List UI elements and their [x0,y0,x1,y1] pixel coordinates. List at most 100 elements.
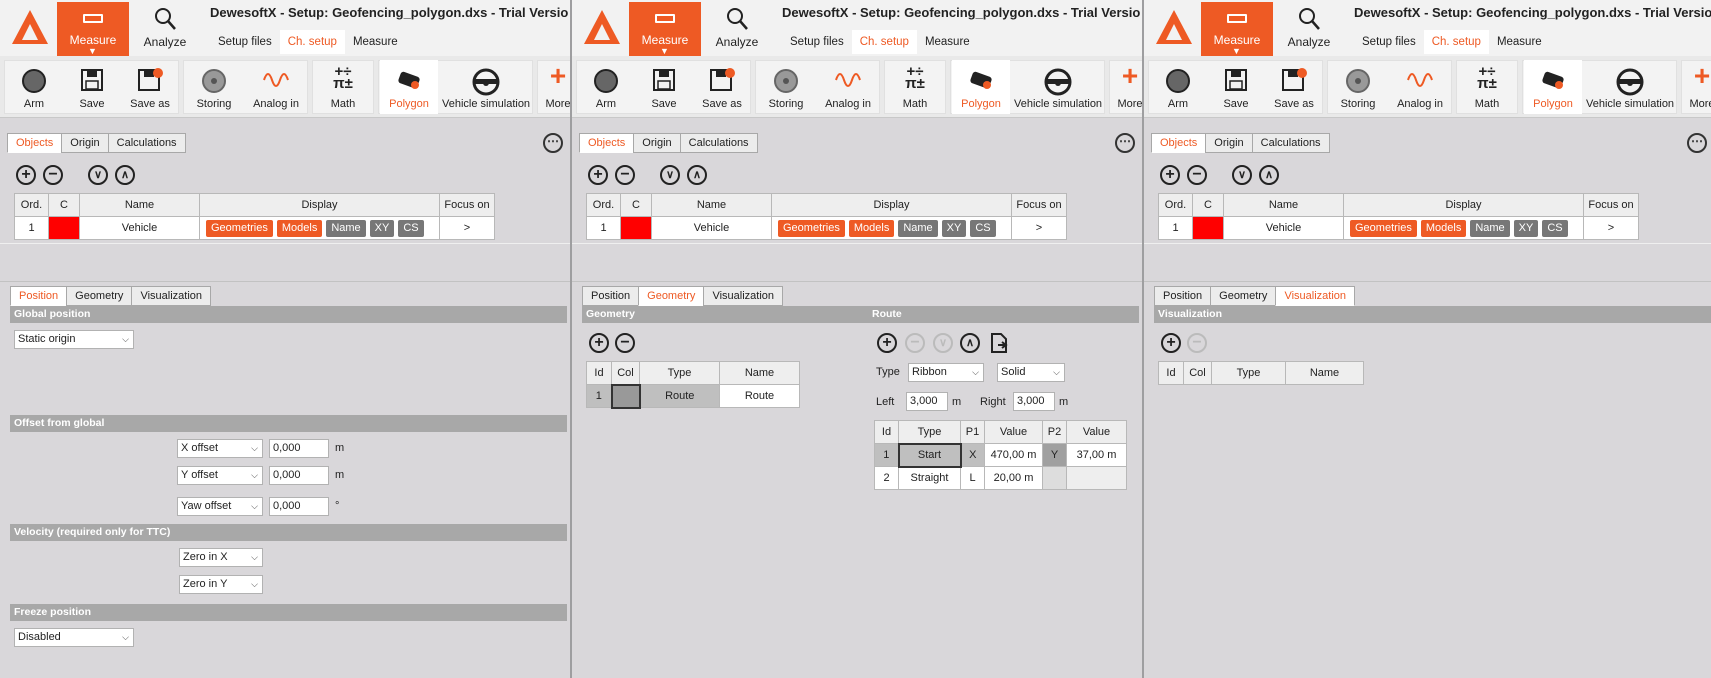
chip-cs[interactable]: CS [970,219,996,237]
right-width-input[interactable]: 3,000 [1013,392,1055,411]
row-color-swatch[interactable] [48,216,80,240]
chip-name[interactable]: Name [898,219,938,237]
tab-objects[interactable]: Objects [579,133,635,153]
vehicle-simulation-button[interactable]: Vehicle simulation [1014,60,1102,114]
tab-visualization[interactable]: Visualization [703,286,783,306]
add-object-icon[interactable]: + [1160,165,1180,185]
splitter[interactable] [1144,243,1711,244]
more-options-icon[interactable]: ⋯ [1115,133,1135,153]
table-row[interactable]: 1 Vehicle Geometries Models Name XY CS > [586,216,1067,240]
chip-geometries[interactable]: Geometries [1350,219,1417,237]
chip-geometries[interactable]: Geometries [206,219,273,237]
save-button[interactable]: Save [66,60,118,114]
more-button[interactable]: +More [1682,60,1711,114]
chip-xy[interactable]: XY [369,219,395,237]
more-options-icon[interactable]: ⋯ [1687,133,1707,153]
polygon-button[interactable]: Polygon [1524,60,1582,114]
chip-cs[interactable]: CS [398,219,424,237]
tab-geometry[interactable]: Geometry [66,286,133,306]
subtab-setup-files[interactable]: Setup files [782,30,852,54]
row-color-swatch[interactable] [610,383,641,409]
vehicle-simulation-button[interactable]: Vehicle simulation [1586,60,1674,114]
save-button[interactable]: Save [1210,60,1262,114]
row-color-swatch[interactable] [1192,216,1224,240]
tab-visualization[interactable]: Visualization [1275,286,1355,306]
tab-origin[interactable]: Origin [633,133,681,153]
move-up-icon[interactable]: ∧ [960,333,980,353]
freeze-select[interactable]: Disabled ⌵ [14,628,134,647]
tab-objects[interactable]: Objects [7,133,63,153]
row-name[interactable]: Route [719,384,800,408]
seg-value2[interactable]: 37,00 m [1066,443,1127,467]
row-name[interactable]: Vehicle [651,216,772,240]
y-offset-select[interactable]: Y offset ⌵ [177,466,263,485]
chip-name[interactable]: Name [1470,219,1510,237]
subtab-setup-files[interactable]: Setup files [210,30,280,54]
left-width-input[interactable]: 3,000 [906,392,948,411]
move-up-icon[interactable]: ∧ [115,165,135,185]
save-as-button[interactable]: Save as [122,60,178,114]
chip-models[interactable]: Models [1420,219,1467,237]
velocity-y-select[interactable]: Zero in Y ⌵ [179,575,263,594]
subtab-ch-setup[interactable]: Ch. setup [279,30,345,54]
analog-in-button[interactable]: Analog in [1390,60,1450,114]
row-name[interactable]: Vehicle [1223,216,1344,240]
analyze-mode-button[interactable]: Analyze [707,2,767,52]
route-style-select[interactable]: Solid ⌵ [997,363,1065,382]
arm-button[interactable]: Arm [580,60,632,114]
chip-xy[interactable]: XY [941,219,967,237]
tab-geometry[interactable]: Geometry [638,286,705,306]
tab-visualization[interactable]: Visualization [131,286,211,306]
table-row[interactable]: 1 Route Route [586,383,800,409]
seg-value1[interactable]: 20,00 m [984,466,1043,490]
add-segment-icon[interactable]: + [877,333,897,353]
move-up-icon[interactable]: ∧ [1259,165,1279,185]
remove-object-icon[interactable]: − [615,165,635,185]
seg-value1[interactable]: 470,00 m [984,443,1043,467]
subtab-ch-setup[interactable]: Ch. setup [851,30,917,54]
subtab-setup-files[interactable]: Setup files [1354,30,1424,54]
x-offset-select[interactable]: X offset ⌵ [177,439,263,458]
vehicle-simulation-button[interactable]: Vehicle simulation [442,60,530,114]
seg-type[interactable]: Start [897,442,962,468]
chip-xy[interactable]: XY [1513,219,1539,237]
tab-origin[interactable]: Origin [61,133,109,153]
add-geometry-icon[interactable]: + [589,333,609,353]
remove-geometry-icon[interactable]: − [615,333,635,353]
velocity-x-select[interactable]: Zero in X ⌵ [179,548,263,567]
tab-origin[interactable]: Origin [1205,133,1253,153]
tab-calculations[interactable]: Calculations [679,133,758,153]
polygon-button[interactable]: Polygon [380,60,438,114]
splitter[interactable] [0,243,570,244]
table-row[interactable]: 2 Straight L 20,00 m [874,466,1127,490]
save-as-button[interactable]: Save as [694,60,750,114]
save-as-button[interactable]: Save as [1266,60,1322,114]
tab-position[interactable]: Position [1154,286,1212,306]
row-color-swatch[interactable] [620,216,652,240]
subtab-ch-setup[interactable]: Ch. setup [1423,30,1489,54]
measure-mode-button[interactable]: Measure ▼ [629,2,701,56]
subtab-measure[interactable]: Measure [1489,30,1550,54]
add-object-icon[interactable]: + [16,165,36,185]
more-button[interactable]: +More [1110,60,1142,114]
measure-mode-button[interactable]: Measure ▼ [57,2,129,56]
storing-button[interactable]: Storing [757,60,815,114]
add-visualization-icon[interactable]: + [1161,333,1181,353]
focus-button[interactable]: > [439,216,495,240]
chip-name[interactable]: Name [326,219,366,237]
move-up-icon[interactable]: ∧ [687,165,707,185]
analog-in-button[interactable]: Analog in [246,60,306,114]
arm-button[interactable]: Arm [8,60,60,114]
tab-position[interactable]: Position [10,286,68,306]
more-button[interactable]: +More [538,60,570,114]
storing-button[interactable]: Storing [1329,60,1387,114]
analog-in-button[interactable]: Analog in [818,60,878,114]
splitter[interactable] [572,243,1142,244]
row-name[interactable]: Vehicle [79,216,200,240]
save-button[interactable]: Save [638,60,690,114]
math-button[interactable]: +÷ π± Math [885,60,945,114]
polygon-button[interactable]: Polygon [952,60,1010,114]
route-type-select[interactable]: Ribbon ⌵ [908,363,984,382]
move-down-icon[interactable]: ∨ [1232,165,1252,185]
table-row[interactable]: 1 Vehicle Geometries Models Name XY CS > [14,216,495,240]
